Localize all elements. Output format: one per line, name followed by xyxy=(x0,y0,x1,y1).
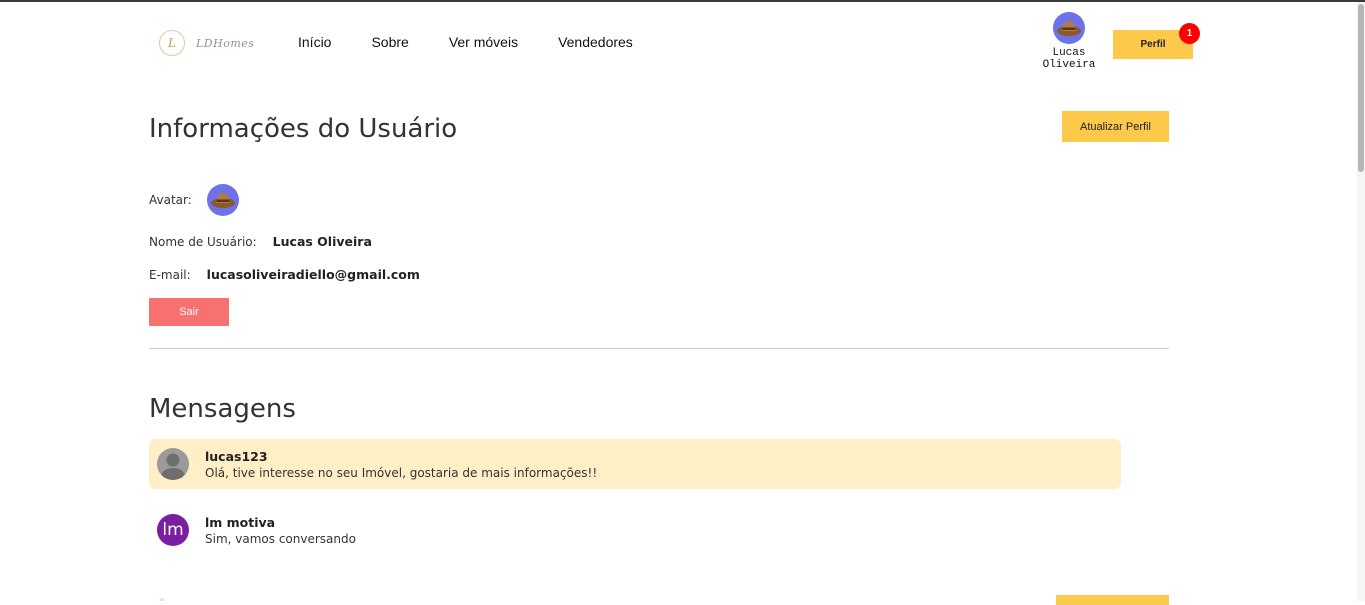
nav-sobre[interactable]: Sobre xyxy=(371,34,408,50)
message-item[interactable]: lm lm motiva Sim, vamos conversando xyxy=(149,505,1121,555)
nav-ver-moveis[interactable]: Ver móveis xyxy=(449,34,518,50)
scrollbar-track[interactable] xyxy=(1357,2,1365,601)
initials-avatar: lm xyxy=(157,514,189,546)
site-logo[interactable]: L LDHomes xyxy=(159,30,254,56)
notification-badge[interactable]: 1 xyxy=(1179,23,1200,44)
user-avatar-hat-icon xyxy=(1053,12,1085,44)
main-nav: Início Sobre Ver móveis Vendedores xyxy=(298,34,633,50)
logo-mark: L xyxy=(159,30,185,56)
logo-text: LDHomes xyxy=(196,36,255,50)
partial-button[interactable] xyxy=(1056,595,1169,605)
nav-inicio[interactable]: Início xyxy=(298,34,331,50)
username-value: Lucas Oliveira xyxy=(272,234,372,249)
message-item[interactable]: lucas123 Olá, tive interesse no seu Imóv… xyxy=(149,439,1121,489)
message-sender: lm motiva xyxy=(205,515,276,530)
avatar-label: Avatar: xyxy=(149,193,192,207)
default-user-icon xyxy=(157,448,189,480)
avatar-row: Avatar: xyxy=(149,184,239,216)
message-sender: lucas123 xyxy=(205,449,268,464)
email-label: E-mail: xyxy=(149,267,191,282)
message-preview: Olá, tive interesse no seu Imóvel, gosta… xyxy=(205,466,598,480)
username-row: Nome de Usuário: Lucas Oliveira xyxy=(149,234,372,249)
update-profile-button[interactable]: Atualizar Perfil xyxy=(1062,111,1169,142)
header-user[interactable]: Lucas Oliveira xyxy=(1040,12,1098,71)
user-info-title: Informações do Usuário xyxy=(149,114,458,144)
email-row: E-mail: lucasoliveiradiello@gmail.com xyxy=(149,267,420,282)
logout-button[interactable]: Sair xyxy=(149,298,229,326)
email-value: lucasoliveiradiello@gmail.com xyxy=(206,267,420,282)
header-user-name: Lucas Oliveira xyxy=(1042,47,1096,71)
message-preview: Sim, vamos conversando xyxy=(205,532,356,546)
username-label: Nome de Usuário: xyxy=(149,234,257,249)
scrollbar-thumb[interactable] xyxy=(1358,4,1364,172)
messages-title: Mensagens xyxy=(149,394,296,424)
section-divider xyxy=(149,348,1169,349)
nav-vendedores[interactable]: Vendedores xyxy=(558,34,633,50)
profile-avatar-hat-icon xyxy=(206,184,239,216)
partial-element xyxy=(159,598,165,601)
